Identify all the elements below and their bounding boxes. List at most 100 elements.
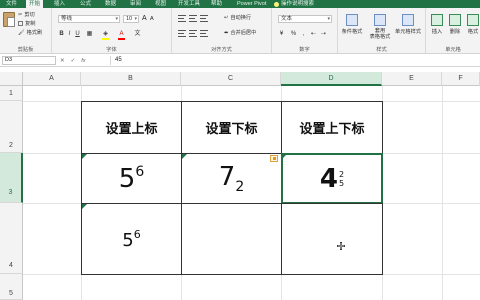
bold-button[interactable]: B bbox=[58, 30, 65, 38]
tab-home[interactable]: 开始 bbox=[26, 0, 44, 8]
cell-c4[interactable] bbox=[181, 203, 282, 275]
insert-function-icon[interactable]: fx bbox=[81, 58, 85, 64]
percent-button[interactable]: % bbox=[290, 30, 297, 38]
align-right-icon[interactable] bbox=[200, 30, 208, 37]
cell-styles-label: 单元格样式 bbox=[395, 29, 421, 35]
cells-group: 插入 删除 格式 单元格 bbox=[426, 8, 480, 54]
cell-b2[interactable]: 设置上标 bbox=[81, 101, 182, 154]
tab-help[interactable]: 帮助 bbox=[211, 0, 222, 8]
cells-group-label: 单元格 bbox=[445, 47, 461, 53]
tell-me-search[interactable]: 操作说明搜索 bbox=[274, 0, 314, 8]
cut-button[interactable]: ✂ 剪切 bbox=[18, 11, 35, 19]
tab-formulas[interactable]: 公式 bbox=[80, 0, 91, 8]
tab-insert[interactable]: 插入 bbox=[54, 0, 65, 8]
format-cells-icon[interactable] bbox=[467, 14, 479, 26]
align-left-icon[interactable] bbox=[178, 30, 186, 37]
cell-c2[interactable]: 设置下标 bbox=[181, 101, 282, 154]
font-color-icon[interactable]: A bbox=[118, 30, 125, 38]
clipboard-group: ✂ 剪切 复制 🖌 格式刷 剪贴板 bbox=[0, 8, 52, 54]
ribbon-tab-bar: 文件 开始 插入 公式 数据 审阅 视图 开发工具 帮助 Power Pivot… bbox=[0, 0, 480, 8]
fill-color-icon[interactable]: ◈ bbox=[102, 30, 109, 38]
format-as-table-icon[interactable] bbox=[374, 14, 386, 26]
tab-power-pivot[interactable]: Power Pivot bbox=[237, 0, 266, 8]
merge-center-button[interactable]: ⬌ 合并后居中 bbox=[224, 29, 256, 37]
font-group-label: 字体 bbox=[106, 47, 117, 53]
row-header-5[interactable]: 5 bbox=[0, 274, 23, 300]
currency-icon[interactable]: ¥ bbox=[278, 30, 285, 38]
text-format-indicator-icon bbox=[82, 204, 87, 209]
copy-label: 复制 bbox=[25, 21, 36, 27]
column-header-b[interactable]: B bbox=[81, 72, 181, 86]
increase-decimal-icon[interactable]: ⇠ bbox=[310, 30, 317, 38]
paste-options-icon[interactable] bbox=[270, 155, 278, 162]
decrease-decimal-icon[interactable]: ⇢ bbox=[320, 30, 327, 38]
increase-font-icon[interactable]: A bbox=[142, 15, 147, 22]
cell-d4[interactable] bbox=[281, 203, 383, 275]
copy-button[interactable]: 复制 bbox=[18, 20, 35, 27]
tell-me-label: 操作说明搜索 bbox=[281, 1, 315, 7]
font-name-select[interactable]: 等线 bbox=[58, 15, 120, 23]
column-header-f[interactable]: F bbox=[442, 72, 480, 86]
format-painter-label: 格式刷 bbox=[26, 30, 43, 36]
number-group: 文本 ¥ % , ⇠ ⇢ 数字 bbox=[272, 8, 338, 54]
styles-group-label: 样式 bbox=[376, 47, 387, 53]
cell-c3[interactable]: 72 bbox=[181, 153, 282, 204]
font-size-select[interactable]: 10 bbox=[123, 15, 139, 23]
superscript-digit: 6 bbox=[133, 227, 141, 241]
wrap-text-button[interactable]: ↵ 自动换行 bbox=[224, 14, 252, 22]
column-header-d[interactable]: D bbox=[281, 72, 382, 86]
tab-file[interactable]: 文件 bbox=[6, 0, 17, 8]
row-header-3[interactable]: 3 bbox=[0, 153, 23, 203]
number-format-select[interactable]: 文本 bbox=[278, 15, 332, 23]
tab-review[interactable]: 审阅 bbox=[130, 0, 141, 8]
base-digit: 4 bbox=[319, 163, 338, 194]
tab-developer[interactable]: 开发工具 bbox=[178, 0, 200, 8]
align-center-icon[interactable] bbox=[189, 30, 197, 37]
cell-b3[interactable]: 56 bbox=[81, 153, 182, 204]
text-format-indicator-icon bbox=[182, 154, 187, 159]
scissors-icon: ✂ bbox=[18, 11, 23, 18]
row-header-4[interactable]: 4 bbox=[0, 203, 23, 274]
column-header-c[interactable]: C bbox=[181, 72, 281, 86]
name-box[interactable]: D3 bbox=[2, 56, 56, 65]
sup-sub-value: 425 bbox=[320, 166, 344, 192]
alignment-group-label: 对齐方式 bbox=[211, 47, 232, 53]
delete-cells-icon[interactable] bbox=[449, 14, 461, 26]
cell-styles-icon[interactable] bbox=[402, 14, 414, 26]
formula-controls: ✕ ✓ fx bbox=[60, 56, 108, 65]
base-digit: 5 bbox=[118, 164, 136, 194]
formula-input[interactable]: 45 bbox=[110, 56, 478, 65]
text-format-indicator-icon bbox=[82, 154, 87, 159]
tab-data[interactable]: 数据 bbox=[105, 0, 116, 8]
borders-icon[interactable]: ▦ bbox=[86, 30, 93, 38]
column-header-e[interactable]: E bbox=[382, 72, 442, 86]
cell-b4[interactable]: 56 bbox=[81, 203, 182, 275]
cell-d2[interactable]: 设置上下标 bbox=[281, 101, 383, 154]
styles-group: 条件格式 套用 表格格式 单元格样式 样式 bbox=[338, 8, 426, 54]
phonetic-icon[interactable]: 文 bbox=[134, 30, 141, 38]
paste-icon[interactable] bbox=[3, 12, 15, 27]
cell-d3[interactable]: 425 bbox=[281, 153, 383, 204]
row-header-1[interactable]: 1 bbox=[0, 86, 23, 101]
wrap-text-label: 自动换行 bbox=[230, 15, 252, 21]
align-middle-icon[interactable] bbox=[189, 15, 197, 22]
wrap-text-icon: ↵ bbox=[224, 14, 229, 21]
decrease-font-icon[interactable]: A bbox=[150, 16, 154, 22]
align-bottom-icon[interactable] bbox=[200, 15, 208, 22]
italic-button[interactable]: I bbox=[66, 30, 73, 38]
formula-bar: D3 ✕ ✓ fx 45 bbox=[0, 54, 480, 67]
confirm-icon[interactable]: ✓ bbox=[71, 58, 76, 64]
underline-button[interactable]: U bbox=[74, 30, 81, 38]
row-header-2[interactable]: 2 bbox=[0, 101, 23, 153]
align-top-icon[interactable] bbox=[178, 15, 186, 22]
tab-view[interactable]: 视图 bbox=[155, 0, 166, 8]
insert-cells-icon[interactable] bbox=[431, 14, 443, 26]
comma-button[interactable]: , bbox=[300, 30, 307, 38]
format-painter-button[interactable]: 🖌 格式刷 bbox=[18, 29, 43, 37]
cancel-icon[interactable]: ✕ bbox=[60, 58, 65, 64]
copy-icon bbox=[18, 21, 23, 26]
conditional-format-icon[interactable] bbox=[346, 14, 358, 26]
fill-color-swatch bbox=[102, 38, 109, 40]
column-header-a[interactable]: A bbox=[23, 72, 81, 86]
select-all-corner[interactable] bbox=[0, 72, 23, 86]
